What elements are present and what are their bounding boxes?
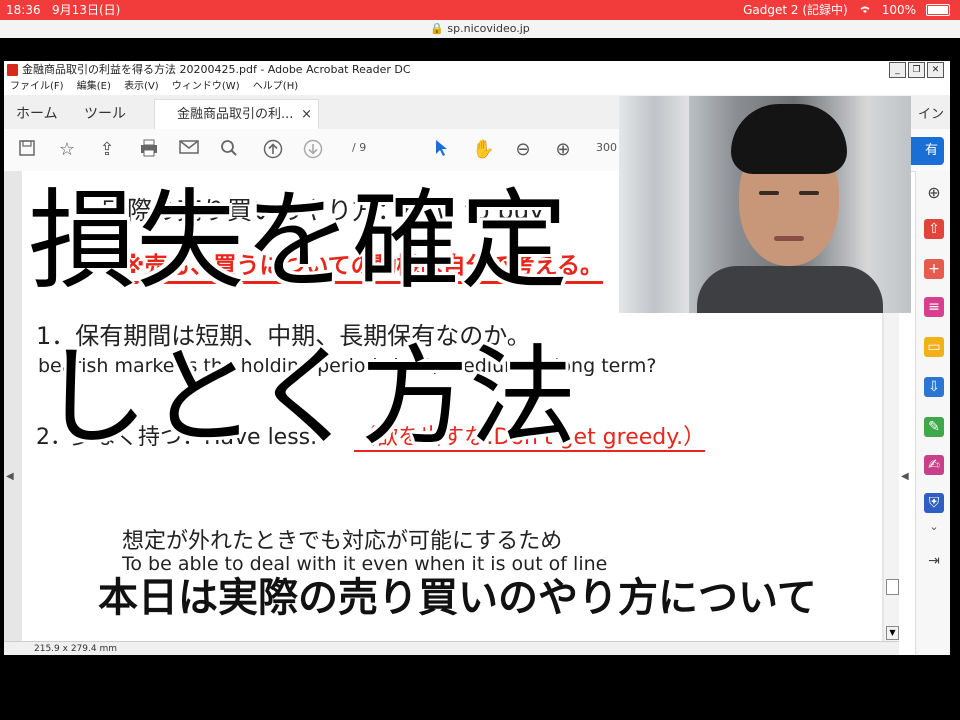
- comment-icon[interactable]: ▭: [924, 337, 944, 357]
- battery-icon: [926, 4, 950, 16]
- battery-percent: 100%: [881, 3, 916, 17]
- status-bar: 18:36 9月13日(日) Gadget 2 (記録中) 100%: [0, 0, 960, 20]
- menu-window[interactable]: ウィンドウ(W): [172, 81, 240, 92]
- minimize-button[interactable]: _: [889, 62, 906, 78]
- tab-document-label: 金融商品取引の利...: [177, 107, 294, 122]
- print-icon[interactable]: [138, 139, 160, 161]
- webcam-curtain: [619, 96, 689, 313]
- webcam-feed: [619, 96, 911, 313]
- export-pdf-icon[interactable]: ⇧: [924, 219, 944, 239]
- status-time: 18:36: [6, 3, 41, 17]
- recording-label: Gadget 2 (記録中): [743, 3, 848, 17]
- sidebar-zoom-icon[interactable]: ⊕: [924, 183, 944, 203]
- wifi-icon: [858, 0, 872, 20]
- scroll-down-icon[interactable]: ▼: [886, 626, 899, 640]
- star-icon[interactable]: ☆: [56, 139, 78, 161]
- pdf-app-icon: [7, 64, 18, 76]
- compress-icon[interactable]: ⇩: [924, 377, 944, 397]
- url-text: sp.nicovideo.jp: [447, 22, 530, 35]
- window-buttons: _ ❐ ✕: [889, 62, 944, 78]
- window-title: 金融商品取引の利益を得る方法 20200425.pdf - Adobe Acro…: [22, 63, 411, 76]
- status-date: 9月13日(日): [52, 3, 121, 17]
- page-count: / 9: [352, 141, 367, 154]
- page-size-bar: 215.9 x 279.4 mm: [4, 641, 899, 655]
- status-time-date: 18:36 9月13日(日): [6, 0, 120, 20]
- webcam-eye-left: [759, 191, 779, 195]
- close-tab-icon[interactable]: ×: [301, 100, 312, 130]
- save-icon[interactable]: [16, 139, 38, 161]
- zoom-out-icon[interactable]: ⊖: [512, 139, 534, 161]
- window-titlebar: 金融商品取引の利益を得る方法 20200425.pdf - Adobe Acro…: [4, 61, 950, 79]
- expand-panel-icon[interactable]: ⇥: [924, 551, 944, 571]
- page-size: 215.9 x 279.4 mm: [34, 644, 117, 654]
- zoom-level[interactable]: 300: [596, 141, 617, 154]
- webcam-eye-right: [799, 191, 819, 195]
- page-down-icon[interactable]: [302, 139, 324, 161]
- collapse-icon[interactable]: ⌄: [924, 517, 944, 537]
- lock-icon: 🔒: [430, 22, 444, 35]
- restore-button[interactable]: ❐: [908, 62, 925, 78]
- create-pdf-icon[interactable]: +: [924, 259, 944, 279]
- menu-bar: ファイル(F) 編集(E) 表示(V) ウィンドウ(W) ヘルプ(H): [4, 79, 950, 95]
- menu-help[interactable]: ヘルプ(H): [253, 81, 298, 92]
- hand-icon[interactable]: ✋: [472, 139, 494, 161]
- menu-edit[interactable]: 編集(E): [77, 81, 111, 92]
- tab-tools[interactable]: ツール: [84, 103, 126, 123]
- tab-document[interactable]: 金融商品取引の利... ×: [154, 99, 319, 129]
- tools-side-panel: ⊕ ⇧ + ≡ ▭ ⇩ ✎ ✍ ⛨ ⌄ ⇥: [915, 171, 950, 655]
- upload-icon[interactable]: ⇪: [96, 139, 118, 161]
- edit-pdf-icon[interactable]: ✎: [924, 417, 944, 437]
- page-up-icon[interactable]: [262, 139, 284, 161]
- webcam-mouth: [774, 236, 804, 241]
- search-icon[interactable]: [218, 139, 240, 161]
- url-bar[interactable]: 🔒 sp.nicovideo.jp: [0, 20, 960, 38]
- left-panel-arrow-icon[interactable]: ◀: [6, 471, 14, 482]
- menu-file[interactable]: ファイル(F): [10, 81, 64, 92]
- protect-icon[interactable]: ⛨: [924, 493, 944, 513]
- mail-icon[interactable]: [178, 139, 200, 161]
- zoom-in-icon[interactable]: ⊕: [552, 139, 574, 161]
- webcam-person-hair: [731, 104, 847, 174]
- webcam-person-body: [697, 266, 883, 313]
- menu-view[interactable]: 表示(V): [124, 81, 159, 92]
- organize-icon[interactable]: ≡: [924, 297, 944, 317]
- cursor-icon[interactable]: [430, 139, 452, 161]
- doc-line-4: 想定が外れたときでも対応が可能にするため: [122, 529, 563, 554]
- tab-home[interactable]: ホーム: [16, 103, 58, 123]
- caption-line-1: 損失を確定: [28, 179, 569, 304]
- subtitle-caption: 本日は実際の売り買いのやり方について: [98, 575, 817, 621]
- scroll-thumb[interactable]: [886, 579, 899, 595]
- signin-link[interactable]: イン: [918, 103, 944, 122]
- status-right: Gadget 2 (記録中) 100%: [743, 0, 950, 20]
- sign-icon[interactable]: ✍: [924, 455, 944, 475]
- close-window-button[interactable]: ✕: [927, 62, 944, 78]
- right-panel-arrow-icon[interactable]: ◀: [901, 471, 909, 482]
- caption-line-2: しとく方法: [40, 335, 577, 460]
